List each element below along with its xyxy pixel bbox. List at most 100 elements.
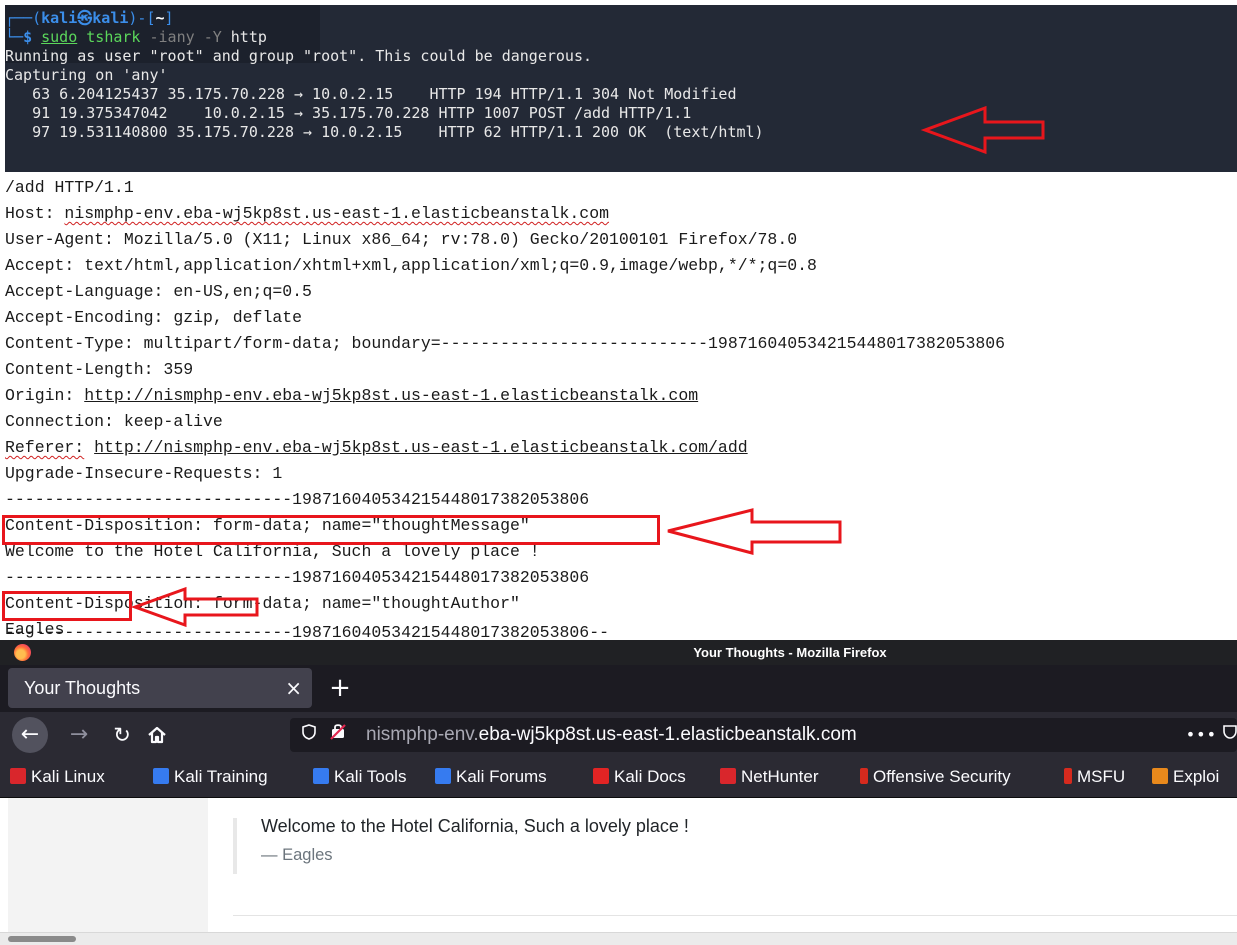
bookmark-exploit-db[interactable]: Exploi — [1152, 757, 1219, 797]
bookmark-label: Kali Training — [174, 767, 268, 786]
pocket-icon[interactable] — [1223, 718, 1237, 752]
content-length-header: Content-Length: 359 — [5, 360, 194, 379]
divider — [233, 915, 1237, 916]
terminal-output-line: Running as user "root" and group "root".… — [5, 47, 592, 65]
origin-link[interactable]: http://nismphp-env.eba-wj5kp8st.us-east-… — [84, 386, 698, 405]
thought-quote-author: — Eagles — [261, 846, 333, 864]
offsec-icon — [1064, 768, 1072, 784]
reload-icon: ↻ — [113, 723, 131, 747]
url-subdomain: nismphp-env. — [366, 724, 479, 745]
tab-strip: Your Thoughts × + — [0, 665, 1237, 712]
bookmark-nethunter[interactable]: NetHunter — [720, 757, 818, 797]
content-type-header: Content-Type: multipart/form-data; bound… — [5, 334, 1006, 353]
bookmark-label: Kali Linux — [31, 767, 105, 786]
bookmarks-toolbar: Kali Linux Kali Training Kali Tools Kali… — [0, 757, 1237, 798]
tracking-shield-icon[interactable] — [302, 718, 316, 752]
url-text[interactable]: nismphp-env.eba-wj5kp8st.us-east-1.elast… — [366, 718, 857, 752]
tab-label: Your Thoughts — [24, 678, 141, 698]
bookmark-label: Kali Tools — [334, 767, 407, 786]
back-button[interactable]: ← — [12, 717, 48, 753]
capture-packet-row: 97 19.531140800 35.175.70.228 → 10.0.2.1… — [5, 123, 764, 141]
terminal-output-line: Capturing on 'any' — [5, 66, 168, 84]
referer-header: Referer: http://nismphp-env.eba-wj5kp8st… — [5, 437, 748, 458]
accept-language-header: Accept-Language: en-US,en;q=0.5 — [5, 282, 312, 301]
kali-dragon-icon — [10, 768, 26, 784]
page-content: Welcome to the Hotel California, Such a … — [0, 798, 1237, 932]
request-line: /add HTTP/1.1 — [5, 178, 134, 197]
accept-encoding-header: Accept-Encoding: gzip, deflate — [5, 308, 303, 327]
bookmark-label: Kali Forums — [456, 767, 547, 786]
prompt-host: kali — [92, 9, 129, 27]
accept-header: Accept: text/html,application/xhtml+xml,… — [5, 255, 817, 276]
kali-dragon-icon — [435, 768, 451, 784]
home-icon — [148, 726, 166, 744]
content-disposition-message: Content-Disposition: form-data; name="th… — [5, 516, 530, 535]
new-tab-button[interactable]: + — [326, 668, 354, 708]
host-header-value: nismphp-env.eba-wj5kp8st.us-east-1.elast… — [64, 204, 610, 223]
http-request-payload: /add HTTP/1.1 Host: nismphp-env.eba-wj5k… — [0, 172, 1237, 640]
user-agent-header: User-Agent: Mozilla/5.0 (X11; Linux x86_… — [5, 229, 797, 250]
bookmark-label: Offensive Security — [873, 767, 1011, 786]
command-flag-y: -Y — [203, 28, 222, 46]
window-title: Your Thoughts - Mozilla Firefox — [693, 645, 887, 660]
window-titlebar: Your Thoughts - Mozilla Firefox — [0, 640, 1237, 665]
prompt-dir: ~ — [155, 9, 165, 27]
tab-your-thoughts[interactable]: Your Thoughts × — [8, 668, 312, 708]
referer-link[interactable]: http://nismphp-env.eba-wj5kp8st.us-east-… — [94, 438, 748, 457]
horizontal-scrollbar[interactable] — [0, 932, 1237, 945]
firefox-window: Your Thoughts - Mozilla Firefox Your Tho… — [0, 640, 1237, 945]
terminal-prompt-line: ┌──(kali㉿kali)-[~] — [5, 9, 174, 27]
thought-quote-text: Welcome to the Hotel California, Such a … — [261, 816, 689, 836]
connection-header: Connection: keep-alive — [5, 412, 223, 431]
navigation-toolbar: ← → ↻ nismphp-env.eba-wj5kp8st.us-east-1… — [0, 712, 1237, 757]
thought-message-value: Welcome to the Hotel California, Such a … — [5, 542, 540, 561]
host-header: Host: nismphp-env.eba-wj5kp8st.us-east-1… — [5, 203, 609, 224]
referer-label: Referer: — [5, 438, 85, 457]
page-actions-more-icon[interactable]: ••• — [1186, 718, 1217, 752]
bookmark-label: MSFU — [1077, 767, 1126, 786]
capture-packet-row: 63 6.204125437 35.175.70.228 → 10.0.2.15… — [5, 85, 737, 103]
multipart-boundary-end: -----------------------------19871604053… — [5, 623, 609, 640]
close-tab-icon[interactable]: × — [285, 668, 302, 708]
bookmark-kali-forums[interactable]: Kali Forums — [435, 757, 547, 797]
bookmark-kali-training[interactable]: Kali Training — [153, 757, 268, 797]
bookmark-label: NetHunter — [741, 767, 819, 786]
insecure-lock-icon[interactable] — [330, 718, 346, 752]
bookmark-kali-linux[interactable]: Kali Linux — [10, 757, 105, 797]
command-flag-iany: -iany — [149, 28, 195, 46]
page-side-panel — [8, 798, 208, 932]
command-filter: http — [230, 28, 267, 46]
url-domain: eba-wj5kp8st.us-east-1.elasticbeanstalk.… — [478, 724, 857, 745]
offsec-icon — [860, 768, 868, 784]
multipart-boundary: -----------------------------19871604053… — [5, 490, 590, 509]
multipart-boundary: -----------------------------19871604053… — [5, 568, 590, 587]
address-bar[interactable]: nismphp-env.eba-wj5kp8st.us-east-1.elast… — [290, 718, 1237, 752]
content-disposition-author: Content-Disposition: form-data; name="th… — [5, 594, 520, 613]
kali-dragon-icon — [313, 768, 329, 784]
upgrade-insecure-header: Upgrade-Insecure-Requests: 1 — [5, 464, 283, 483]
bookmark-label: Kali Docs — [614, 767, 686, 786]
prompt-user: kali — [41, 9, 78, 27]
docs-book-icon — [593, 768, 609, 784]
bookmark-kali-tools[interactable]: Kali Tools — [313, 757, 406, 797]
reload-button[interactable]: ↻ — [105, 718, 139, 752]
terminal-command-line[interactable]: └─$ sudo tshark -iany -Y http — [5, 28, 267, 47]
arrow-left-icon: ← — [20, 722, 40, 747]
bookmark-kali-docs[interactable]: Kali Docs — [593, 757, 686, 797]
bookmark-msfu[interactable]: MSFU — [1064, 757, 1125, 797]
bookmark-offensive-security[interactable]: Offensive Security — [860, 757, 1011, 797]
arrow-right-icon: → — [69, 722, 89, 747]
home-button[interactable] — [140, 718, 174, 752]
blockquote-border — [233, 818, 237, 874]
user-agent-label: User-Agent: — [5, 230, 114, 249]
kali-dragon-icon — [153, 768, 169, 784]
origin-header: Origin: http://nismphp-env.eba-wj5kp8st.… — [5, 385, 698, 406]
terminal-window: ┌──(kali㉿kali)-[~] └─$ sudo tshark -iany… — [0, 0, 1237, 172]
command-tshark: tshark — [77, 28, 150, 46]
exploit-spider-icon — [1152, 768, 1168, 784]
scrollbar-thumb[interactable] — [8, 936, 76, 942]
capture-packet-row: 91 19.375347042 10.0.2.15 → 35.175.70.22… — [5, 104, 692, 122]
command-sudo: sudo — [41, 28, 78, 46]
accept-label: Accept: — [5, 256, 75, 275]
forward-button[interactable]: → — [62, 718, 96, 752]
